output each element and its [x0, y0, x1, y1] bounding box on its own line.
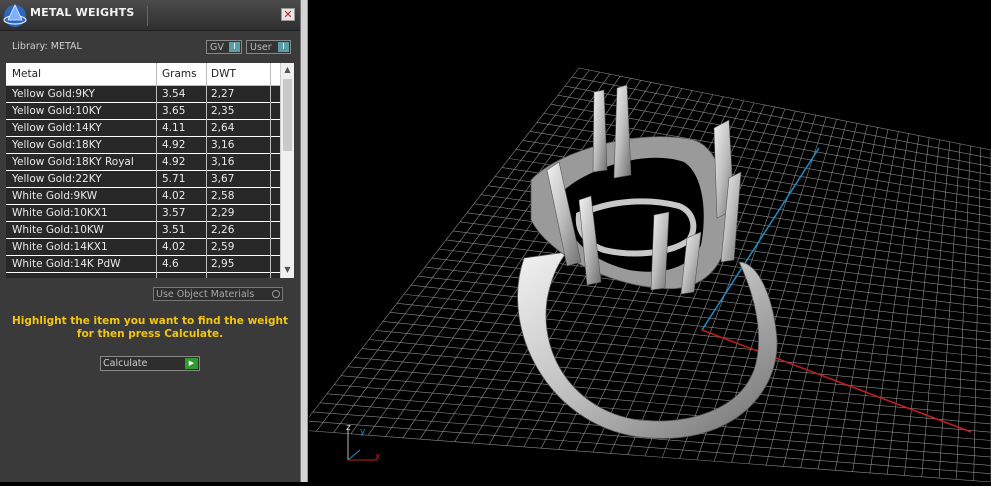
cell-dwt: 2,27 [211, 88, 235, 100]
cell-dwt: 2,29 [211, 207, 235, 219]
library-label: Library: METAL [12, 41, 82, 52]
column-divider [156, 63, 157, 278]
cell-metal: Yellow Gold:14KY [12, 122, 102, 134]
header-grams[interactable]: Grams [162, 68, 197, 80]
table-header: Metal Grams DWT [6, 63, 280, 86]
cell-metal: Yellow Gold:9KY [12, 88, 95, 100]
use-object-materials-option[interactable]: Use Object Materials [153, 287, 283, 301]
cell-grams: 3.54 [162, 88, 186, 100]
cell-dwt: 3,16 [211, 156, 235, 168]
radio-icon[interactable] [272, 290, 280, 298]
table-row[interactable]: White Gold:9KW 4.02 2,58 [6, 188, 280, 205]
gv-toggle-icon: I [229, 42, 240, 52]
metal-weights-panel: METAL WEIGHTS ✕ Library: METAL GV I User… [0, 0, 300, 482]
table-row[interactable]: White Gold:14KX1 4.02 2,59 [6, 239, 280, 256]
column-divider [206, 63, 207, 278]
cell-dwt: 2,59 [211, 241, 235, 253]
cell-dwt: 3,67 [211, 173, 235, 185]
metal-table: Metal Grams DWT Yellow Gold:9KY 3.54 2,27 … [6, 63, 294, 278]
play-arrow-icon: ▶ [185, 358, 198, 369]
x-axis-line [701, 329, 972, 433]
table-scrollbar[interactable]: ▲ ▼ [280, 63, 294, 278]
use-object-materials-label: Use Object Materials [156, 289, 255, 300]
cell-metal: Yellow Gold:18KY [12, 139, 102, 151]
cell-metal: White Gold:14KX1 [12, 241, 108, 253]
instruction-text: Highlight the item you want to find the … [12, 315, 288, 340]
cell-grams: 4.92 [162, 139, 186, 151]
cell-metal: White Gold:9KW [12, 190, 98, 202]
scroll-down-icon[interactable]: ▼ [281, 263, 294, 276]
scrollbar-thumb[interactable] [283, 79, 292, 151]
header-dwt[interactable]: DWT [211, 68, 236, 80]
cell-metal: Yellow Gold:18KY Royal [12, 156, 134, 168]
table-row[interactable]: Yellow Gold:10KY 3.65 2,35 [6, 103, 280, 120]
cell-metal: Yellow Gold:22KY [12, 173, 102, 185]
cell-dwt: 2,64 [211, 122, 235, 134]
cell-grams: 4.02 [162, 241, 186, 253]
grid-line [921, 141, 951, 477]
scroll-up-icon[interactable]: ▲ [281, 63, 294, 76]
cell-grams: 3.65 [162, 105, 186, 117]
viewport-canvas [298, 67, 991, 483]
cell-grams: 3.57 [162, 207, 186, 219]
table-rows: Yellow Gold:9KY 3.54 2,27 Yellow Gold:10KY… [6, 86, 280, 278]
close-button[interactable]: ✕ [281, 8, 295, 21]
table-row[interactable]: Yellow Gold:18KY 4.92 3,16 [6, 137, 280, 154]
gv-library-button[interactable]: GV I [206, 40, 242, 54]
title-separator [147, 6, 148, 26]
cell-dwt: 2,95 [211, 258, 235, 270]
app-logo-icon [3, 4, 27, 27]
header-metal[interactable]: Metal [12, 68, 41, 80]
cell-metal: White Gold:10KW [12, 224, 104, 236]
cell-dwt: 2,58 [211, 190, 235, 202]
axis-y-label: y [360, 427, 366, 437]
cell-dwt: 2,26 [211, 224, 235, 236]
table-row[interactable]: White Gold:10KW 3.51 2,26 [6, 222, 280, 239]
user-library-button[interactable]: User I [246, 40, 291, 54]
table-row[interactable]: Yellow Gold:18KY Royal 4.92 3,16 [6, 154, 280, 171]
column-divider [270, 63, 271, 278]
user-toggle-icon: I [278, 42, 289, 52]
axis-x-label: x [375, 452, 381, 462]
table-row[interactable]: White Gold:10KX1 3.57 2,29 [6, 205, 280, 222]
table-row[interactable]: White Gold:14K PdW 4.6 2,95 [6, 256, 280, 273]
user-label: User [250, 42, 272, 53]
cell-metal: White Gold:14K PdW [12, 258, 121, 270]
cell-dwt: 3,16 [211, 139, 235, 151]
cell-grams: 4.11 [162, 122, 186, 134]
cell-grams: 4.6 [162, 258, 179, 270]
panel-title: METAL WEIGHTS [30, 6, 135, 19]
calculate-label: Calculate [103, 358, 148, 369]
cell-grams: 5.71 [162, 173, 186, 185]
cell-metal: Yellow Gold:10KY [12, 105, 102, 117]
3d-viewport[interactable] [298, 0, 991, 483]
grid-line [904, 139, 940, 476]
table-row-partial[interactable] [6, 273, 280, 278]
table-row[interactable]: Yellow Gold:22KY 5.71 3,67 [6, 171, 280, 188]
cell-metal: White Gold:10KX1 [12, 207, 108, 219]
panel-splitter[interactable] [300, 0, 308, 482]
cell-grams: 3.51 [162, 224, 186, 236]
gv-label: GV [210, 42, 224, 53]
cell-grams: 4.02 [162, 190, 186, 202]
table-row[interactable]: Yellow Gold:9KY 3.54 2,27 [6, 86, 280, 103]
calculate-button[interactable]: Calculate ▶ [100, 356, 200, 371]
grid-line [938, 143, 961, 479]
panel-titlebar: METAL WEIGHTS ✕ [0, 0, 300, 31]
table-row[interactable]: Yellow Gold:14KY 4.11 2,64 [6, 120, 280, 137]
cell-grams: 4.92 [162, 156, 186, 168]
axis-z-label: z [346, 423, 351, 433]
cell-dwt: 2,35 [211, 105, 235, 117]
